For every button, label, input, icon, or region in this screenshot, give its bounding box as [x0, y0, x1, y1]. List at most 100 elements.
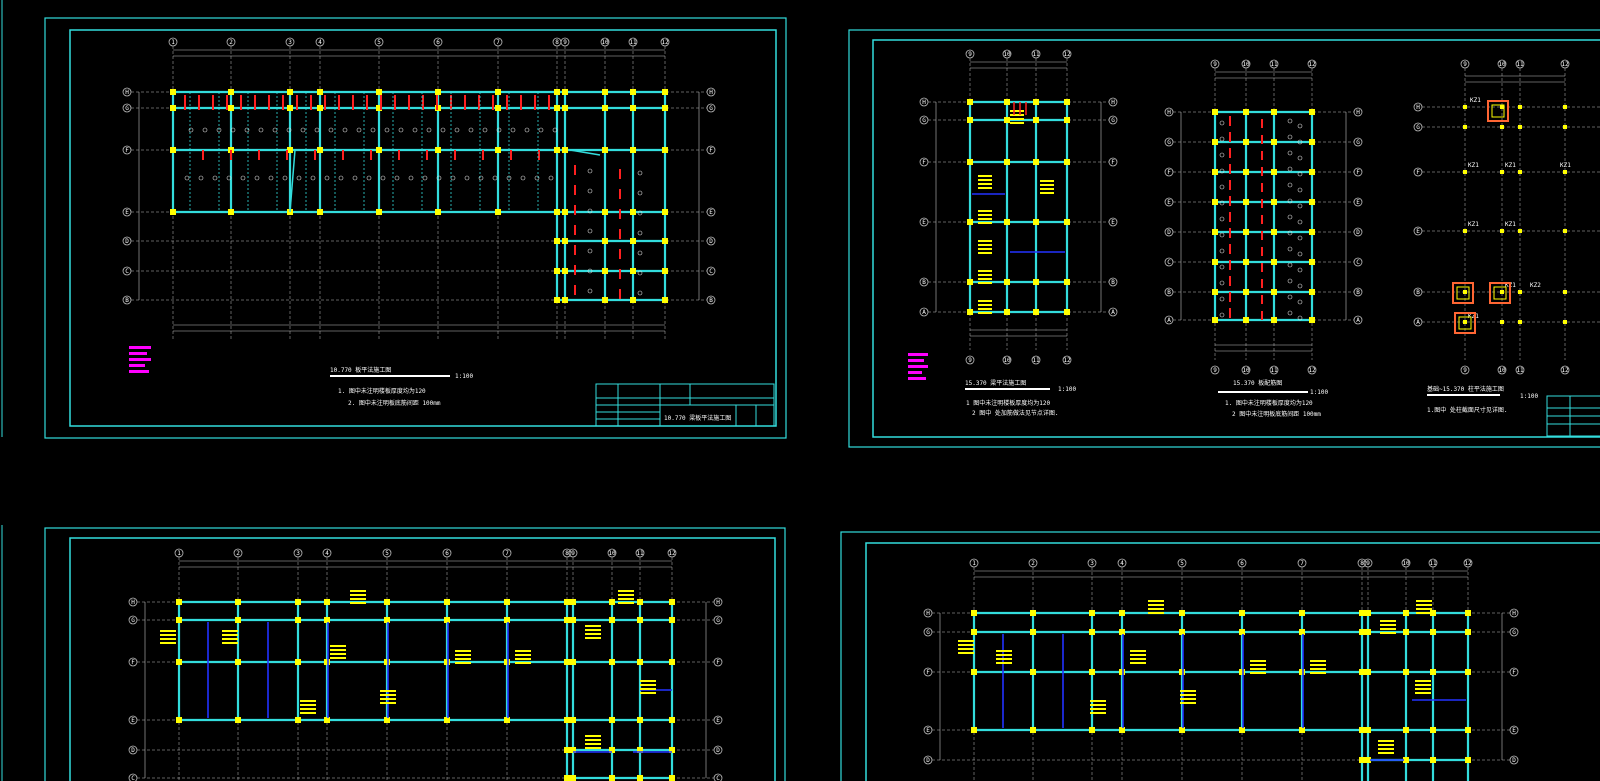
- axis-right-H-label: H: [716, 599, 720, 606]
- column: [1359, 727, 1365, 733]
- column: [1463, 320, 1467, 324]
- slab-marker: [1219, 232, 1225, 238]
- beam-annotation: [978, 308, 992, 310]
- column: [1033, 309, 1039, 315]
- column: [637, 717, 643, 723]
- column: [562, 297, 568, 303]
- column-label: KZ1: [1468, 162, 1479, 169]
- slab-marker: [482, 127, 488, 133]
- slab-marker: [1219, 216, 1225, 222]
- column: [1271, 169, 1277, 175]
- column: [1500, 170, 1504, 174]
- column: [637, 617, 643, 623]
- column: [384, 617, 390, 623]
- sheet-2-magenta-legend: [908, 353, 928, 380]
- column: [287, 89, 293, 95]
- beam-annotation: [515, 658, 531, 660]
- cad-drawing-canvas[interactable]: 1 2 3 4 5 6 7 8 9 10 11 12H HG GF FE ED DC CB B 10.770 板平法…: [0, 0, 1600, 781]
- column: [602, 268, 608, 274]
- axis-top-1-label: 1: [171, 39, 175, 46]
- beam-annotation: [978, 179, 992, 181]
- column: [176, 617, 182, 623]
- beam-annotation: [978, 274, 992, 276]
- column: [1089, 610, 1095, 616]
- axis-right-D-label: D: [1356, 229, 1360, 236]
- axis-right-G-label: G: [1111, 117, 1115, 124]
- slab-marker: [412, 127, 418, 133]
- column: [564, 659, 570, 665]
- beam-annotation: [350, 590, 366, 592]
- axis-left-G-label: G: [131, 617, 135, 624]
- sheet-4-outer-frame: [840, 531, 1600, 781]
- slab-marker: [492, 175, 498, 181]
- column: [630, 209, 636, 215]
- beam-annotation: [978, 270, 992, 272]
- column: [602, 89, 608, 95]
- column: [609, 617, 615, 623]
- axis-bottom-11-label: 11: [1516, 367, 1524, 374]
- column: [1463, 105, 1467, 109]
- sheet-2-plan-a-scale: 1:100: [1058, 386, 1076, 393]
- column: [1271, 317, 1277, 323]
- column: [662, 268, 668, 274]
- sheet-4-beam-plan[interactable]: 1 2 3 4 5 6 7 8 9 10 11 12H HG GF FE ED D: [840, 531, 1600, 781]
- column: [570, 659, 576, 665]
- column: [554, 268, 560, 274]
- column: [1064, 159, 1070, 165]
- axis-top-6-label: 6: [1240, 560, 1244, 567]
- axis-left-H-label: H: [1167, 109, 1171, 116]
- column: [1271, 199, 1277, 205]
- column: [1004, 159, 1010, 165]
- slab-marker: [324, 175, 330, 181]
- axis-top-9-label: 9: [563, 39, 567, 46]
- column: [1463, 125, 1467, 129]
- axis-top-9-label: 9: [1213, 61, 1217, 68]
- column: [1359, 757, 1365, 763]
- axis-top-9-label: 9: [1366, 560, 1370, 567]
- column: [1465, 610, 1471, 616]
- sheet-2-beam-slab-column-plans[interactable]: 9 10 11 12 H H G G F F E E B B A A 9 10 11 12 9 10 11 12 H H G G F F…: [848, 29, 1600, 448]
- slab-marker: [587, 248, 593, 254]
- beam-annotation: [1415, 680, 1431, 682]
- slab-marker: [1287, 262, 1293, 268]
- slab-marker: [408, 175, 414, 181]
- beam-annotation: [1040, 188, 1054, 190]
- column: [1403, 727, 1409, 733]
- column: [662, 89, 668, 95]
- beam-annotation: [618, 598, 634, 600]
- beam-annotation: [1250, 672, 1266, 674]
- column-label: KZ1: [1470, 97, 1481, 104]
- sheet-3-beam-plan[interactable]: 1 2 3 4 5 6 7 8 9 10 11 12H HG GF FE ED DC C: [44, 527, 786, 781]
- slab-marker: [1297, 299, 1303, 305]
- axis-right-F-label: F: [716, 659, 720, 666]
- axis-right-B-label: B: [1356, 289, 1360, 296]
- column: [637, 599, 643, 605]
- axis-left-G-label: G: [1416, 124, 1420, 131]
- column: [1033, 219, 1039, 225]
- column: [669, 775, 675, 781]
- axis-left-H-label: H: [131, 599, 135, 606]
- beam-annotation: [1010, 122, 1024, 124]
- sheet-1-note-2: 2. 图中未注明板底筋间距 100mm: [348, 399, 441, 407]
- column: [435, 147, 441, 153]
- column: [630, 89, 636, 95]
- axis-top-2-label: 2: [1031, 560, 1035, 567]
- slab-marker: [454, 127, 460, 133]
- beam-annotation: [1130, 650, 1146, 652]
- column: [1243, 229, 1249, 235]
- slab-marker: [352, 175, 358, 181]
- axis-top-1-label: 1: [972, 560, 976, 567]
- column: [1271, 289, 1277, 295]
- sheet-2-slab-plan: 9 10 11 12 H H G G F F E E D D C C B B A A 9 10 11 12: [1164, 59, 1363, 375]
- column: [1089, 727, 1095, 733]
- column: [564, 775, 570, 781]
- beam-annotation: [330, 657, 346, 659]
- column: [504, 617, 510, 623]
- beam-annotation: [1180, 690, 1196, 692]
- column-label: KZ1: [1505, 221, 1516, 228]
- sheet-1-plan-title: 10.770 板平法施工图: [330, 366, 391, 374]
- sheet-1-floor-slab-plan[interactable]: 1 2 3 4 5 6 7 8 9 10 11 12H HG GF FE ED DC CB B 10.770 板平法…: [44, 17, 787, 439]
- column: [554, 297, 560, 303]
- beam-annotation: [1380, 620, 1396, 622]
- beam-annotation: [978, 248, 992, 250]
